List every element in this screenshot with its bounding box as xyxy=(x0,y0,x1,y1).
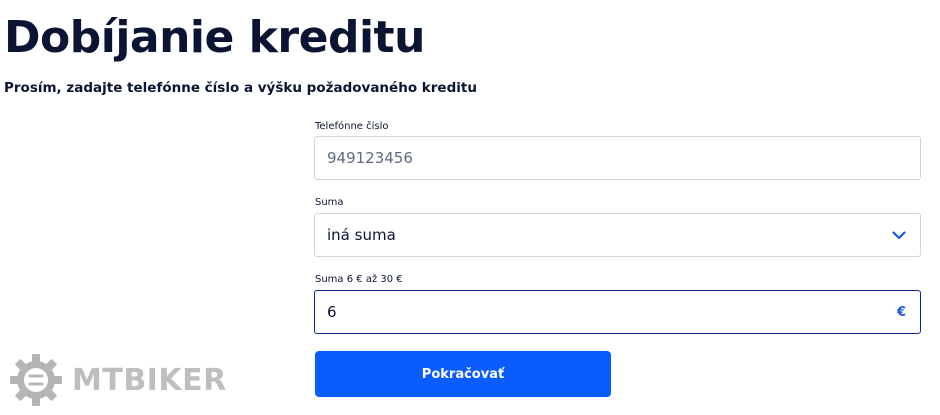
page-subtitle: Prosím, zadajte telefónne číslo a výšku … xyxy=(4,80,477,96)
phone-field[interactable]: 949123456 xyxy=(314,136,921,180)
phone-label: Telefónne číslo xyxy=(315,121,389,132)
watermark-text: MTBIKER xyxy=(72,362,227,398)
chevron-down-icon[interactable] xyxy=(888,224,910,246)
phone-value: 949123456 xyxy=(327,149,413,167)
mtbiker-watermark: MTBIKER xyxy=(8,352,227,408)
page-title: Dobíjanie kreditu xyxy=(4,12,425,63)
amount-select-value: iná suma xyxy=(327,226,396,244)
gear-logo-icon xyxy=(10,354,62,406)
custom-amount-field[interactable]: 6 € xyxy=(314,290,921,334)
euro-unit-icon: € xyxy=(896,304,906,320)
custom-amount-label: Suma 6 € až 30 € xyxy=(315,274,403,285)
amount-select-label: Suma xyxy=(315,197,344,208)
amount-select[interactable]: iná suma xyxy=(314,213,921,257)
continue-button[interactable]: Pokračovať xyxy=(315,351,611,397)
custom-amount-value: 6 xyxy=(327,303,337,321)
